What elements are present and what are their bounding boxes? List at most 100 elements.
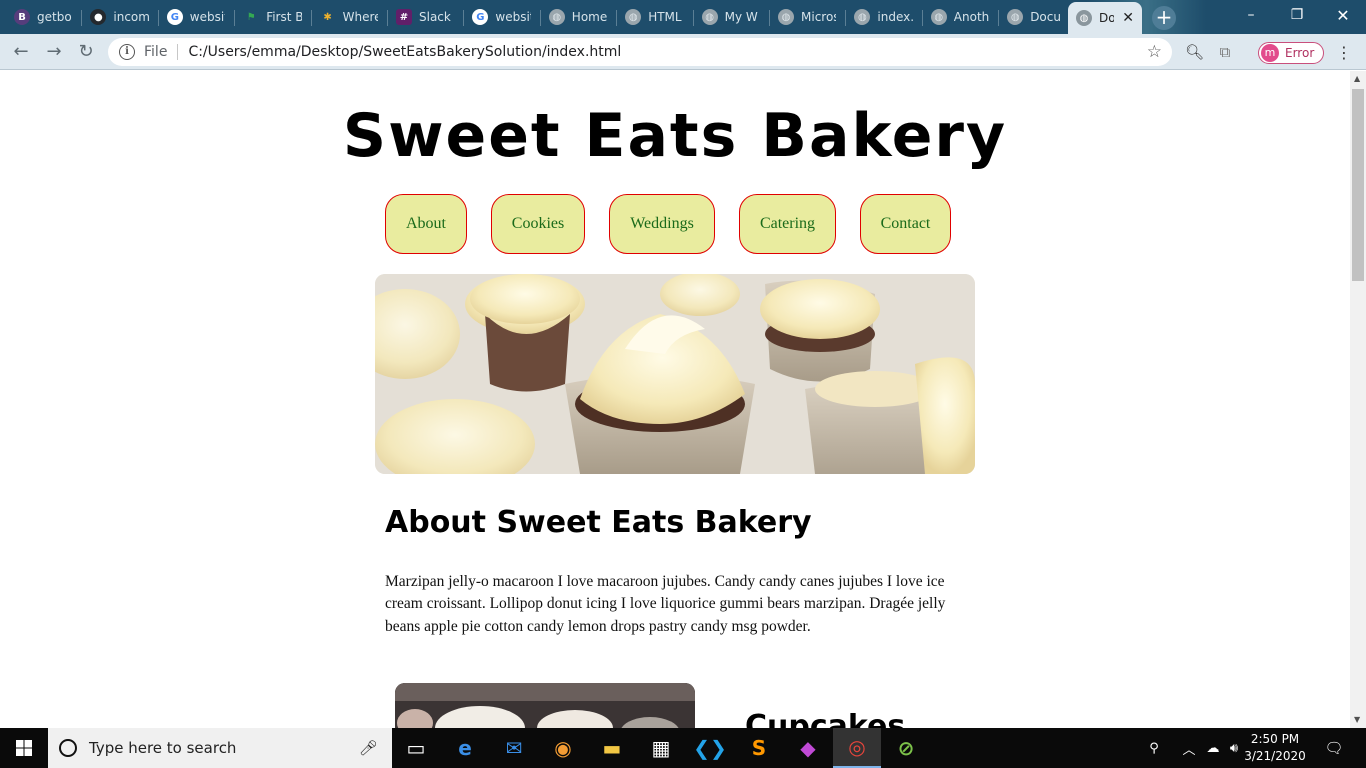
notification-icon[interactable]: 🗨︎ [1320, 728, 1348, 768]
globe-icon: ◍ [625, 9, 642, 25]
tab-11[interactable]: ◍ index. [846, 4, 920, 30]
chevron-up-icon[interactable]: ︿ [1178, 728, 1200, 768]
scroll-up-icon[interactable]: ▲ [1354, 74, 1360, 83]
extension-icon[interactable]: ⧉ [1216, 43, 1234, 61]
new-tab-button[interactable]: + [1152, 6, 1176, 30]
store-icon-glyph: ▦ [651, 736, 671, 760]
tab-5[interactable]: # Slack | [388, 4, 462, 30]
tab-label: Slack | [419, 10, 454, 24]
nav-catering[interactable]: Catering [739, 194, 836, 254]
url-text[interactable]: C:/Users/emma/Desktop/SweetEatsBakerySol… [188, 44, 621, 60]
zoom-search-icon[interactable]: 🔍︎ [1185, 43, 1204, 61]
close-tab-icon[interactable]: ✕ [1122, 10, 1134, 26]
clock-date: 3/21/2020 [1244, 749, 1306, 763]
edge-icon-glyph: e [458, 736, 472, 760]
tab-label: My W [724, 10, 758, 24]
people-icon[interactable]: ⚲ [1140, 728, 1168, 768]
tab-10[interactable]: ◍ Micros [770, 4, 844, 30]
paint3d-icon[interactable]: ◆ [784, 728, 832, 768]
tab-separator [998, 10, 1000, 26]
globe-icon: ◍ [701, 9, 718, 25]
tab-separator [845, 10, 847, 26]
tab-label: Do [1099, 11, 1115, 25]
clock-time: 2:50 PM [1250, 732, 1300, 746]
reload-button[interactable]: ↻ [74, 40, 98, 64]
tab-4[interactable]: ✱ Where [312, 4, 386, 30]
tab-label: Anoth [953, 10, 990, 24]
tab-2[interactable]: Gwebsit [159, 4, 233, 30]
tab-3[interactable]: ⚑ First B [235, 4, 309, 30]
page-viewport: Sweet Eats Bakery About Cookies Weddings… [0, 71, 1350, 728]
windows-logo-icon [16, 740, 32, 756]
nav-cookies[interactable]: Cookies [491, 194, 585, 254]
onedrive-icon[interactable]: ☁ [1202, 728, 1224, 768]
microphone-icon[interactable]: 🎤︎ [359, 739, 378, 757]
app-icon[interactable]: ◉ [539, 728, 587, 768]
terminal-icon[interactable]: ⊘ [882, 728, 930, 768]
task-view-icon[interactable]: ▭ [392, 728, 440, 768]
tab-label: getbo [37, 10, 72, 24]
bootstrap-icon: B [14, 9, 30, 25]
tab-7[interactable]: ◍ Home [541, 4, 615, 30]
taskbar-search[interactable]: Type here to search 🎤︎ [48, 728, 392, 768]
sublime-icon[interactable]: S [735, 728, 783, 768]
tab-label: First B [266, 10, 302, 24]
tab-separator [463, 10, 465, 26]
page-scrollbar[interactable]: ▲ ▼ [1350, 71, 1366, 728]
globe-icon: ◍ [548, 9, 565, 25]
tab-separator [387, 10, 388, 26]
nav-about[interactable]: About [385, 194, 467, 254]
globe-icon: ◍ [930, 9, 947, 25]
scroll-down-icon[interactable]: ▼ [1354, 715, 1360, 724]
google-icon: G [472, 9, 489, 25]
chrome-icon[interactable]: ◎ [833, 728, 881, 768]
tab-8[interactable]: ◍ HTML [617, 4, 691, 30]
github-icon: ● [90, 9, 107, 25]
search-placeholder: Type here to search [89, 739, 237, 757]
tab-9[interactable]: ◍ My W [694, 4, 768, 30]
scrollbar-thumb[interactable] [1352, 89, 1364, 281]
bookmark-star-icon[interactable]: ☆ [1147, 42, 1162, 62]
page-title: Sweet Eats Bakery [342, 101, 1008, 171]
slack-icon: ✱ [323, 11, 332, 23]
forward-button[interactable]: → [42, 40, 66, 64]
mail-icon[interactable]: ✉ [490, 728, 538, 768]
tab-separator [310, 10, 312, 26]
vscode-icon-glyph: ❮❯ [693, 736, 727, 760]
tab-label: websit [495, 10, 531, 24]
tab-active[interactable]: ◍ Do ✕ [1068, 2, 1142, 34]
tab-1[interactable]: ● incom [82, 4, 156, 30]
back-button[interactable]: ← [9, 40, 33, 64]
cupcakes-image [395, 683, 695, 728]
tab-0[interactable]: Bgetbo [6, 4, 80, 30]
tab-6[interactable]: Gwebsit [464, 4, 538, 30]
address-bar[interactable]: i File C:/Users/emma/Desktop/SweetEatsBa… [108, 38, 1172, 66]
nav-contact[interactable]: Contact [860, 194, 951, 254]
paint3d-icon-glyph: ◆ [800, 736, 816, 760]
tab-label: incom [113, 10, 149, 24]
volume-icon[interactable]: 🔊︎ [1224, 728, 1244, 768]
tab-separator [234, 10, 236, 26]
sublime-icon-glyph: S [751, 736, 767, 760]
globe-icon: ◍ [778, 9, 794, 25]
windows-taskbar: Type here to search 🎤︎ ▭ e ✉ ◉ ▬ ▦ ❮❯ S ◆ ◎ ⊘ ⚲ ︿ … [0, 728, 1366, 768]
edge-icon[interactable]: e [441, 728, 489, 768]
tab-13[interactable]: ◍ Docu [999, 4, 1073, 30]
start-button[interactable] [0, 728, 48, 768]
store-icon[interactable]: ▦ [637, 728, 685, 768]
menu-icon[interactable]: ⋮ [1336, 43, 1352, 62]
tab-label: HTML [648, 10, 682, 24]
clock[interactable]: 2:50 PM 3/21/2020 [1242, 731, 1308, 765]
globe-icon: ◍ [1076, 10, 1092, 26]
restore-button[interactable]: ❐ [1274, 0, 1320, 30]
file-explorer-icon[interactable]: ▬ [588, 728, 636, 768]
profile-button[interactable]: m Error [1258, 42, 1324, 64]
close-window-button[interactable]: ✕ [1320, 0, 1366, 30]
info-icon[interactable]: i [119, 44, 135, 60]
minimize-button[interactable]: – [1228, 0, 1274, 30]
tab-12[interactable]: ◍ Anoth [923, 4, 997, 30]
task-view-icon-glyph: ▭ [406, 736, 426, 760]
file-explorer-icon-glyph: ▬ [602, 736, 622, 760]
vscode-icon[interactable]: ❮❯ [686, 728, 734, 768]
nav-weddings[interactable]: Weddings [609, 194, 715, 254]
